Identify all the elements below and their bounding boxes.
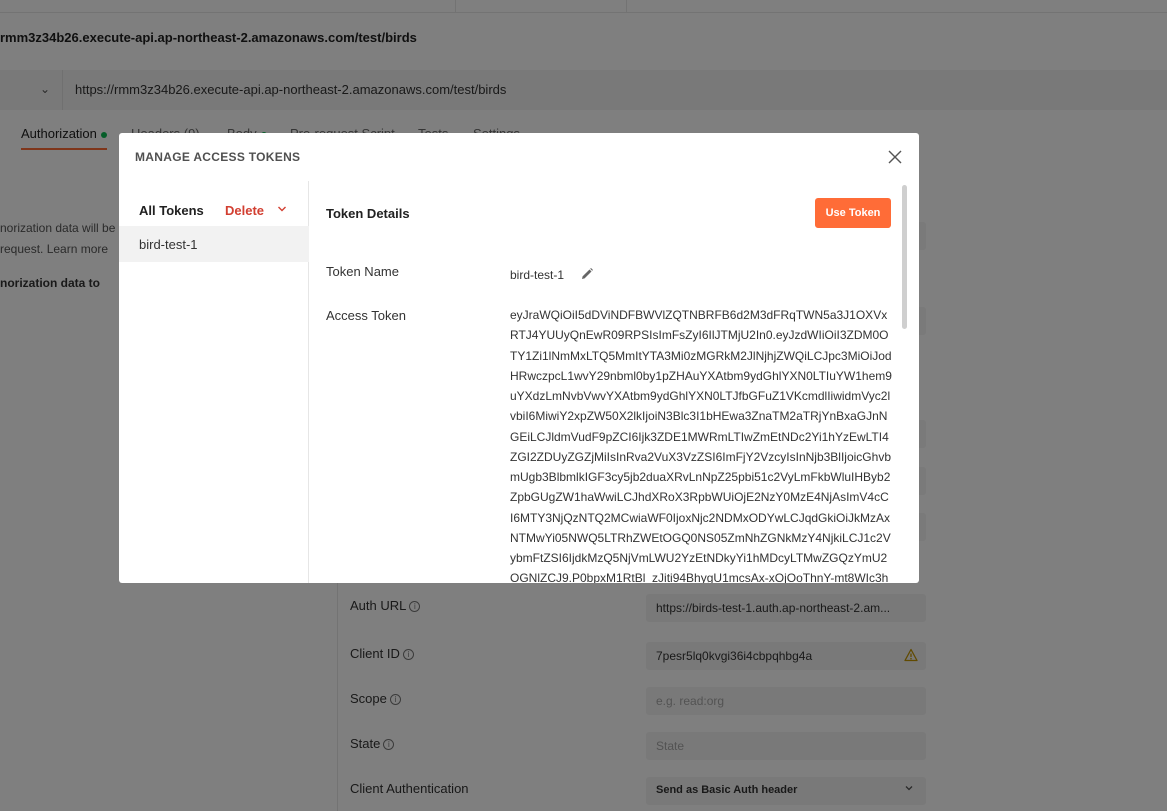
token-name-label: Token Name — [326, 264, 399, 279]
chevron-down-icon[interactable] — [277, 204, 287, 214]
access-token-value: eyJraWQiOiI5dDViNDFBWVlZQTNBRFB6d2M3dFRq… — [510, 308, 892, 583]
token-list-item[interactable]: bird-test-1 — [119, 226, 309, 262]
all-tokens-heading: All Tokens — [139, 203, 204, 218]
use-token-button[interactable]: Use Token — [815, 198, 891, 228]
manage-access-tokens-modal: MANAGE ACCESS TOKENS All Tokens Delete b… — [119, 133, 919, 583]
token-sidebar: All Tokens Delete bird-test-1 — [119, 181, 309, 583]
close-icon[interactable] — [885, 147, 905, 167]
token-name-value: bird-test-1 — [510, 268, 565, 282]
scrollbar[interactable] — [902, 185, 907, 329]
access-token-label: Access Token — [326, 308, 406, 323]
token-list-item-label: bird-test-1 — [139, 237, 198, 252]
modal-title: MANAGE ACCESS TOKENS — [135, 150, 301, 164]
delete-button[interactable]: Delete — [225, 203, 264, 218]
modal-body: All Tokens Delete bird-test-1 Token Deta… — [119, 181, 919, 583]
token-details: Token Details Use Token Token Name bird-… — [310, 181, 919, 583]
token-details-title: Token Details — [326, 206, 410, 221]
modal-header: MANAGE ACCESS TOKENS — [119, 133, 919, 181]
pencil-icon[interactable] — [580, 267, 594, 281]
